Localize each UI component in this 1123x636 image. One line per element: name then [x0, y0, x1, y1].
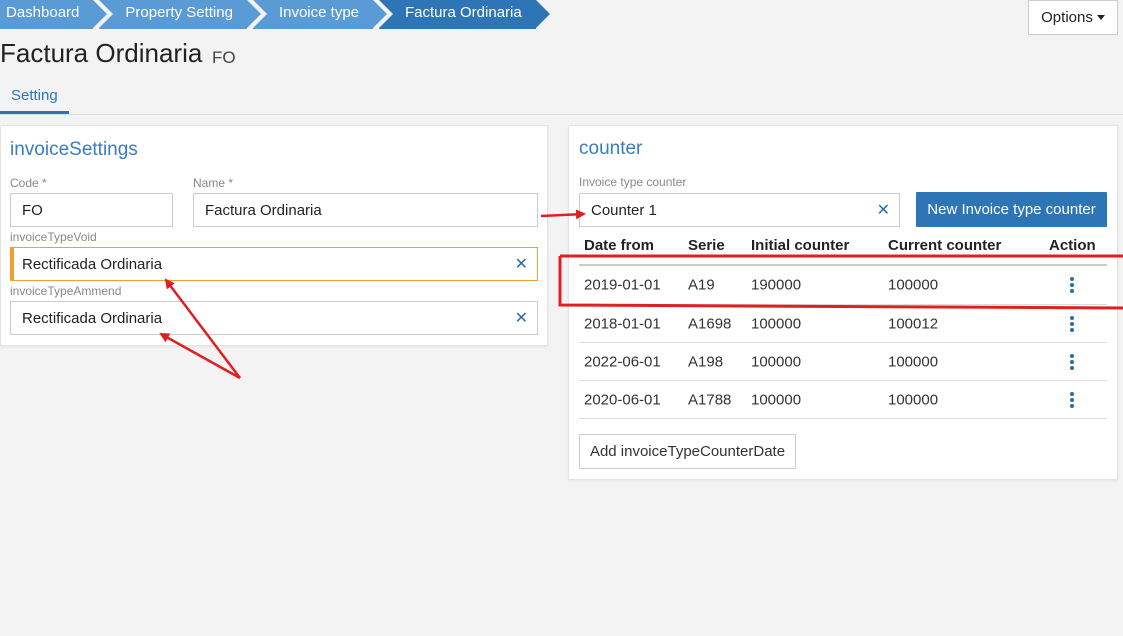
column-header-initial-counter: Initial counter: [751, 237, 850, 254]
page-title: Factura Ordinaria: [0, 38, 203, 68]
cell-initial-counter: 100000: [751, 391, 802, 408]
caret-down-icon: [1096, 15, 1105, 20]
cell-serie: A198: [688, 353, 724, 370]
cell-date-from: 2019-01-01: [584, 276, 661, 294]
invoice-type-counter-label: Invoice type counter: [579, 175, 687, 189]
cell-initial-counter: 190000: [751, 276, 802, 294]
name-value: Factura Ordinaria: [205, 201, 322, 219]
invoice-type-counter-value: Counter 1: [591, 201, 657, 219]
table-row: 2022-06-01 A198 100000 100000: [579, 343, 1107, 381]
code-label: Code *: [10, 176, 47, 190]
invoice-type-ammend-label: invoiceTypeAmmend: [10, 284, 122, 298]
invoice-type-void-select[interactable]: Rectificada Ordinaria ✕: [10, 247, 538, 281]
invoice-settings-title: invoiceSettings: [10, 139, 138, 160]
column-header-date-from: Date from: [584, 237, 655, 254]
cell-current-counter: 100000: [888, 353, 939, 370]
invoice-type-ammend-select[interactable]: Rectificada Ordinaria ✕: [10, 301, 538, 335]
tab-setting[interactable]: Setting: [0, 80, 69, 114]
code-field[interactable]: FO: [10, 193, 173, 227]
cell-date-from: 2018-01-01: [584, 315, 661, 332]
page-code: FO: [212, 48, 236, 67]
table-row: 2019-01-01 A19 190000 100000: [579, 264, 1107, 305]
new-invoice-type-counter-button[interactable]: New Invoice type counter: [916, 192, 1107, 227]
invoice-type-void-label: invoiceTypeVoid: [10, 230, 97, 244]
tab-bar: Setting: [0, 80, 1123, 115]
counter-title: counter: [579, 138, 643, 159]
breadcrumb-invoice-type[interactable]: Invoice type: [252, 0, 388, 29]
cell-initial-counter: 100000: [751, 353, 802, 370]
close-icon[interactable]: ✕: [515, 254, 528, 274]
breadcrumb-dashboard[interactable]: Dashboard: [0, 0, 108, 29]
cell-date-from: 2022-06-01: [584, 353, 661, 370]
name-field[interactable]: Factura Ordinaria: [193, 193, 538, 227]
breadcrumb-current: Factura Ordinaria: [379, 0, 550, 29]
kebab-menu-icon[interactable]: [1069, 391, 1075, 408]
invoice-type-counter-select[interactable]: Counter 1 ✕: [579, 193, 900, 227]
kebab-menu-icon[interactable]: [1069, 315, 1075, 332]
breadcrumb-property-setting[interactable]: Property Setting: [99, 0, 261, 29]
column-header-serie: Serie: [688, 237, 725, 254]
close-icon[interactable]: ✕: [877, 200, 890, 220]
cell-serie: A1788: [688, 391, 732, 408]
code-value: FO: [22, 201, 43, 219]
cell-serie: A1698: [688, 315, 732, 332]
cell-initial-counter: 100000: [751, 315, 802, 332]
options-label: Options: [1041, 9, 1093, 26]
cell-date-from: 2020-06-01: [584, 391, 661, 408]
breadcrumb: Dashboard Property Setting Invoice type …: [0, 0, 550, 29]
cell-serie: A19: [688, 276, 715, 294]
table-row: 2020-06-01 A1788 100000 100000: [579, 381, 1107, 419]
close-icon[interactable]: ✕: [515, 308, 528, 328]
table-row: 2018-01-01 A1698 100000 100012: [579, 305, 1107, 343]
invoice-settings-panel: invoiceSettings Code * FO Name * Factura…: [0, 125, 548, 346]
column-header-action: Action: [1049, 237, 1096, 254]
cell-current-counter: 100000: [888, 276, 939, 294]
invoice-type-ammend-value: Rectificada Ordinaria: [22, 309, 163, 327]
column-header-current-counter: Current counter: [888, 237, 1002, 254]
name-label: Name *: [193, 176, 234, 190]
options-button[interactable]: Options: [1028, 0, 1118, 35]
cell-current-counter: 100012: [888, 315, 939, 332]
kebab-menu-icon[interactable]: [1069, 277, 1075, 293]
add-invoice-type-counter-date-button[interactable]: Add invoiceTypeCounterDate: [579, 434, 796, 469]
kebab-menu-icon[interactable]: [1069, 353, 1075, 370]
cell-current-counter: 100000: [888, 391, 939, 408]
invoice-type-void-value: Rectificada Ordinaria: [22, 255, 163, 273]
